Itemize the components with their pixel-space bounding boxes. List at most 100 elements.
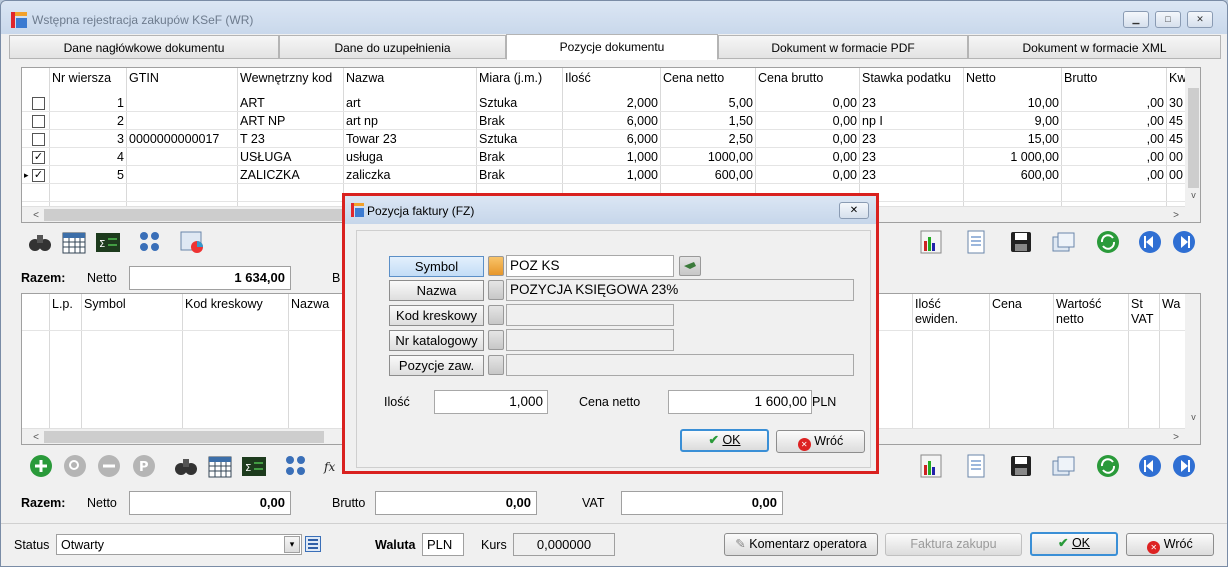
row-checkbox[interactable]: ✓ <box>32 169 45 182</box>
cell-nazwa[interactable]: art <box>344 94 476 112</box>
cell-stawka[interactable]: 23 <box>860 148 963 166</box>
cell-miara[interactable]: Sztuka <box>477 130 562 148</box>
cell-nazwa[interactable]: Towar 23 <box>344 130 476 148</box>
calendar-table-icon[interactable] <box>61 229 87 255</box>
cell-kw[interactable]: 30 <box>1167 94 1187 112</box>
list-icon[interactable] <box>305 536 321 552</box>
col-header-stawka[interactable]: Stawka podatku <box>860 68 963 92</box>
scroll-down-icon[interactable]: v <box>1185 412 1200 422</box>
ok-button[interactable]: ✔ OK <box>1030 532 1118 556</box>
cell-nr[interactable]: 3 <box>50 130 126 148</box>
tab-dokument-pdf[interactable]: Dokument w formacie PDF <box>718 35 968 59</box>
cell-brutto[interactable]: ,00 <box>1062 94 1166 112</box>
cell-kod[interactable]: T 23 <box>238 130 343 148</box>
upper-vertical-scrollbar[interactable]: v <box>1185 68 1200 222</box>
refresh-icon[interactable] <box>1095 229 1121 255</box>
cell-nr[interactable]: 2 <box>50 112 126 130</box>
waluta-field[interactable]: PLN <box>422 533 464 556</box>
kod-kreskowy-button[interactable]: Kod kreskowy <box>389 305 484 326</box>
windows-icon[interactable] <box>1051 229 1077 255</box>
cell-nr[interactable]: 5 <box>50 166 126 184</box>
last-record-icon[interactable] <box>1171 453 1197 479</box>
col-header-miara[interactable]: Miara (j.m.) <box>477 68 562 92</box>
kod-lookup-icon[interactable] <box>488 305 504 325</box>
cell-miara[interactable]: Brak <box>477 166 562 184</box>
cell-cena-netto[interactable]: 5,00 <box>661 94 755 112</box>
cell-ilosc[interactable]: 6,000 <box>563 112 660 130</box>
windows-icon[interactable] <box>1051 453 1077 479</box>
nazwa-lookup-icon[interactable] <box>488 280 504 300</box>
col-header-nazwa-lower[interactable]: Nazwa <box>289 294 349 318</box>
cell-stawka[interactable]: 23 <box>860 166 963 184</box>
binoculars-icon[interactable] <box>27 229 53 255</box>
nazwa-field[interactable]: POZYCJA KSIĘGOWA 23% <box>506 279 854 301</box>
cell-miara[interactable]: Brak <box>477 148 562 166</box>
add-icon[interactable] <box>28 453 54 479</box>
lower-brutto-field[interactable]: 0,00 <box>375 491 537 515</box>
scroll-right-icon[interactable]: > <box>1168 207 1184 222</box>
pozycje-zaw-button[interactable]: Pozycje zaw. <box>389 355 484 376</box>
cell-nr[interactable]: 1 <box>50 94 126 112</box>
cell-miara[interactable]: Brak <box>477 112 562 130</box>
nazwa-button[interactable]: Nazwa <box>389 280 484 301</box>
lower-netto-field[interactable]: 0,00 <box>129 491 291 515</box>
sum-calculator-icon[interactable]: Σ <box>241 453 267 479</box>
cell-netto[interactable]: 9,00 <box>964 112 1061 130</box>
cell-ilosc[interactable]: 6,000 <box>563 130 660 148</box>
minimize-button[interactable]: ▁ <box>1123 11 1149 28</box>
dialog-wroc-button[interactable]: ✕ Wróć <box>776 430 865 453</box>
refresh-icon[interactable] <box>1095 453 1121 479</box>
cell-netto[interactable]: 15,00 <box>964 130 1061 148</box>
table-row[interactable]: 2 ART NP art np Brak 6,000 1,50 0,00 np I 9,00,0… <box>22 112 1200 130</box>
cell-cena-netto[interactable]: 1000,00 <box>661 148 755 166</box>
cell-kw[interactable]: 00 <box>1167 166 1187 184</box>
col-header-brutto[interactable]: Brutto <box>1062 68 1166 92</box>
table-row[interactable]: 3 0000000000017 T 23 Towar 23 Sztuka 6,000 2,5… <box>22 130 1200 148</box>
col-header-lp[interactable]: L.p. <box>50 294 81 318</box>
cell-stawka[interactable]: 23 <box>860 130 963 148</box>
cell-brutto[interactable]: ,00 <box>1062 148 1166 166</box>
cell-kod[interactable]: ZALICZKA <box>238 166 343 184</box>
pozzaw-lookup-icon[interactable] <box>488 355 504 375</box>
cell-nr[interactable]: 4 <box>50 148 126 166</box>
document-list-icon[interactable] <box>963 453 989 479</box>
cell-gtin[interactable]: 0000000000017 <box>127 130 237 148</box>
p-icon[interactable]: P <box>131 453 157 479</box>
cell-netto[interactable]: 1 000,00 <box>964 148 1061 166</box>
symbol-field[interactable]: POZ KS <box>506 255 674 277</box>
cena-netto-field[interactable]: 1 600,00 <box>668 390 812 414</box>
structure-icon[interactable] <box>137 229 163 255</box>
cell-cena-brutto[interactable]: 0,00 <box>756 94 859 112</box>
ilosc-field[interactable]: 1,000 <box>434 390 548 414</box>
upper-netto-field[interactable]: 1 634,00 <box>129 266 291 290</box>
row-checkbox[interactable] <box>32 97 45 110</box>
cell-cena-brutto[interactable]: 0,00 <box>756 112 859 130</box>
dialog-close-button[interactable]: ✕ <box>839 202 869 219</box>
status-select[interactable]: Otwarty ▾ <box>56 534 302 555</box>
table-row[interactable]: ▸ ✓ 5 ZALICZKA zaliczka Brak 1,000 600,00 0,00 23… <box>22 166 1200 184</box>
scroll-right-icon[interactable]: > <box>1168 429 1184 444</box>
calendar-table-icon[interactable] <box>207 453 233 479</box>
table-row[interactable]: ✓ 4 USŁUGA usługa Brak 1,000 1000,00 0,00 23 1 00… <box>22 148 1200 166</box>
symbol-lookup-icon[interactable] <box>488 256 504 276</box>
col-header-netto[interactable]: Netto <box>964 68 1061 92</box>
col-header-symbol[interactable]: Symbol <box>82 294 182 318</box>
col-header-kw[interactable]: Kw <box>1167 68 1187 92</box>
cell-brutto[interactable]: ,00 <box>1062 130 1166 148</box>
document-list-icon[interactable] <box>963 229 989 255</box>
col-header-gtin[interactable]: GTIN <box>127 68 237 92</box>
nrkat-lookup-icon[interactable] <box>488 330 504 350</box>
sum-calculator-icon[interactable]: Σ <box>95 229 121 255</box>
col-header-cena-netto[interactable]: Cena netto <box>661 68 755 92</box>
col-header-ilosc-ewiden[interactable]: Ilość ewiden. <box>913 294 989 330</box>
scroll-thumb[interactable] <box>44 431 324 443</box>
cell-gtin[interactable] <box>127 166 237 184</box>
col-header-cena-brutto[interactable]: Cena brutto <box>756 68 859 92</box>
col-header-wa[interactable]: Wa <box>1160 294 1185 318</box>
chart-window-icon[interactable] <box>179 229 205 255</box>
symbol-button[interactable]: Symbol <box>389 256 484 277</box>
cell-brutto[interactable]: ,00 <box>1062 112 1166 130</box>
cell-cena-netto[interactable]: 1,50 <box>661 112 755 130</box>
scroll-down-icon[interactable]: v <box>1185 190 1200 200</box>
binoculars-icon[interactable] <box>173 453 199 479</box>
